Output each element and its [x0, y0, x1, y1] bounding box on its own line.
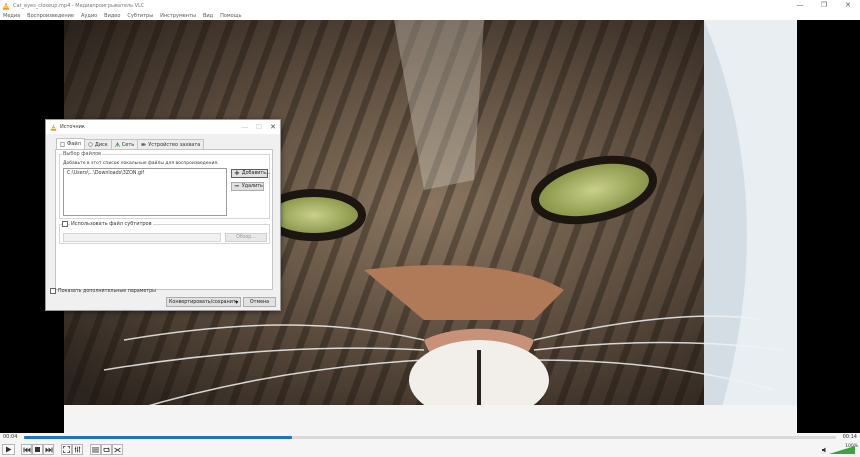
convert-save-button[interactable]: Конвертировать/сохранить ▾ [166, 297, 241, 307]
dialog-close-button[interactable]: ✕ [266, 120, 280, 134]
menu-bar: Медиа Воспроизведение Аудио Видео Субтит… [0, 11, 860, 20]
disc-icon [88, 142, 93, 147]
vlc-cone-icon [50, 123, 57, 131]
more-options-label: Показать дополнительные параметры [58, 288, 156, 294]
dialog-minimize-button[interactable]: — [238, 120, 252, 134]
seek-slider[interactable] [24, 436, 836, 439]
menu-playback[interactable]: Воспроизведение [27, 13, 74, 19]
file-selection-hint: Добавьте в этот список локальные файлы д… [63, 161, 219, 166]
menu-tools[interactable]: Инструменты [160, 13, 196, 19]
elapsed-time: 00:04 [3, 434, 18, 440]
subtitle-checkbox[interactable] [62, 221, 68, 227]
vlc-cone-icon [2, 1, 10, 10]
open-media-dialog: Источник — ☐ ✕ Файл Диск Сеть Устройство… [45, 119, 281, 311]
extended-settings-button[interactable] [72, 444, 83, 455]
file-tab-panel: Выбор файлов Добавьте в этот список лока… [55, 149, 273, 290]
tab-file-label: Файл [67, 141, 81, 147]
shuffle-button[interactable] [112, 444, 123, 455]
volume-icon [822, 447, 826, 453]
window-controls: — ❐ ✕ [788, 0, 860, 11]
network-icon [114, 142, 120, 147]
subtitle-checkbox-label: Использовать файл субтитров [70, 221, 153, 227]
capture-icon [141, 143, 147, 146]
extended-settings-icon [74, 446, 81, 453]
cancel-button[interactable]: Отмена [243, 297, 276, 307]
tab-network-label: Сеть [121, 141, 135, 148]
menu-view[interactable]: Вид [203, 13, 213, 19]
tab-network[interactable]: Сеть [110, 139, 139, 149]
menu-help[interactable]: Помощь [220, 13, 241, 19]
play-button[interactable] [2, 444, 15, 455]
control-bar [0, 442, 860, 457]
add-file-button[interactable]: + Добавить... [231, 169, 271, 178]
convert-save-label: Конвертировать/сохранить [169, 299, 239, 305]
menu-audio[interactable]: Аудио [81, 13, 97, 19]
tab-disc-label: Диск [94, 141, 108, 148]
dialog-title-bar: Источник — ☐ ✕ [46, 120, 280, 134]
dialog-window-controls: — ☐ ✕ [238, 120, 280, 134]
tab-capture-device-label: Устройство захвата [148, 141, 201, 148]
stop-button[interactable] [32, 444, 43, 455]
next-button[interactable] [43, 444, 54, 455]
more-options-row: Показать дополнительные параметры [50, 288, 156, 294]
minimize-button[interactable]: — [788, 0, 812, 11]
list-item[interactable]: C:\Users\...\Downloads\3ZON.gif [67, 171, 223, 176]
file-selection-group: Выбор файлов Добавьте в этот список лока… [59, 151, 271, 219]
fullscreen-button[interactable] [61, 444, 72, 455]
tab-capture-device[interactable]: Устройство захвата [137, 139, 205, 149]
volume-control[interactable]: 100% [822, 444, 858, 455]
menu-subtitles[interactable]: Субтитры [127, 13, 153, 19]
loop-button[interactable] [101, 444, 112, 455]
remove-file-label: Удалить [241, 184, 263, 189]
file-icon [60, 141, 65, 147]
plus-icon: + [234, 169, 240, 177]
vlc-window: Cat_eyes_closeup.mp4 - Медиапроигрывател… [0, 0, 860, 457]
dialog-tabs: Файл Диск Сеть Устройство захвата [56, 138, 205, 149]
total-time: 00:14 [842, 434, 857, 440]
next-icon [45, 447, 52, 452]
title-bar: Cat_eyes_closeup.mp4 - Медиапроигрывател… [0, 0, 860, 11]
remove-file-button[interactable]: − Удалить [231, 182, 264, 191]
maximize-button[interactable]: ❐ [812, 0, 836, 11]
menu-media[interactable]: Медиа [3, 13, 20, 19]
close-button[interactable]: ✕ [836, 0, 860, 11]
stop-icon [35, 447, 40, 452]
menu-video[interactable]: Видео [104, 13, 120, 19]
subtitle-path-input[interactable] [63, 233, 221, 242]
tab-file[interactable]: Файл [56, 138, 85, 149]
dropdown-caret-icon[interactable]: ▾ [235, 299, 238, 306]
subtitle-group: Использовать файл субтитров Обзор... [59, 221, 270, 244]
playlist-button[interactable] [90, 444, 101, 455]
file-selection-legend: Выбор файлов [62, 151, 103, 157]
prev-icon [23, 447, 30, 452]
shuffle-icon [114, 447, 121, 452]
previous-button[interactable] [21, 444, 32, 455]
subtitle-browse-button[interactable]: Обзор... [225, 233, 267, 242]
volume-percent: 100% [845, 444, 858, 449]
seek-row: 00:04 00:14 [0, 433, 860, 442]
minus-icon: − [234, 182, 240, 190]
tab-disc[interactable]: Диск [83, 139, 112, 149]
playlist-icon [92, 447, 99, 452]
window-title: Cat_eyes_closeup.mp4 - Медиапроигрывател… [13, 2, 145, 9]
add-file-label: Добавить... [241, 171, 271, 176]
dialog-maximize-button[interactable]: ☐ [252, 120, 266, 134]
more-options-checkbox[interactable] [50, 288, 56, 294]
play-icon [6, 446, 12, 453]
fullscreen-icon [63, 446, 70, 453]
loop-icon [103, 447, 110, 452]
file-list[interactable]: C:\Users\...\Downloads\3ZON.gif [63, 168, 227, 216]
seek-progress [24, 436, 292, 439]
dialog-title: Источник [60, 124, 85, 130]
